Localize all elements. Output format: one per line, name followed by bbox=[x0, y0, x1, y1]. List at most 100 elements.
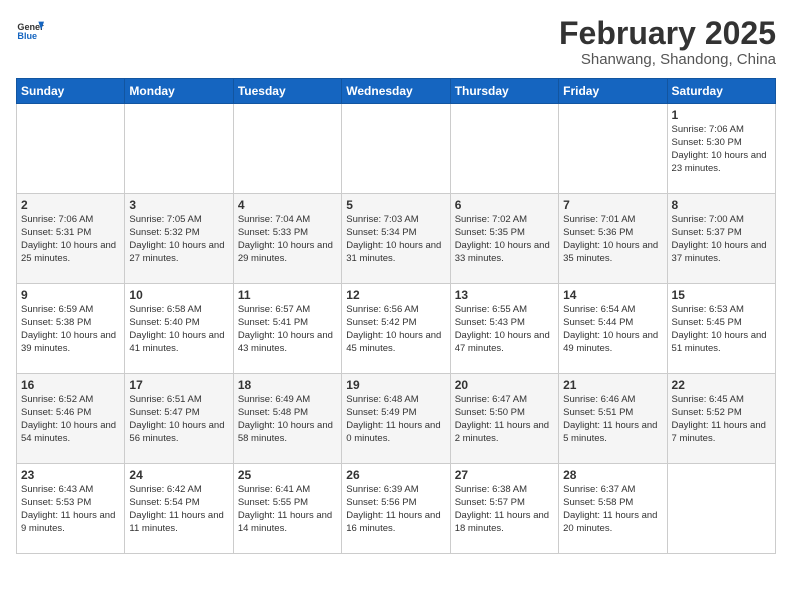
day-info: Sunrise: 6:49 AM Sunset: 5:48 PM Dayligh… bbox=[238, 394, 337, 445]
day-number: 26 bbox=[346, 468, 445, 482]
day-number: 13 bbox=[455, 288, 554, 302]
day-number: 19 bbox=[346, 378, 445, 392]
day-cell: 13Sunrise: 6:55 AM Sunset: 5:43 PM Dayli… bbox=[450, 284, 558, 374]
week-row-1: 1Sunrise: 7:06 AM Sunset: 5:30 PM Daylig… bbox=[17, 104, 776, 194]
day-number: 20 bbox=[455, 378, 554, 392]
day-info: Sunrise: 6:58 AM Sunset: 5:40 PM Dayligh… bbox=[129, 304, 228, 355]
day-info: Sunrise: 6:38 AM Sunset: 5:57 PM Dayligh… bbox=[455, 484, 554, 535]
day-info: Sunrise: 6:43 AM Sunset: 5:53 PM Dayligh… bbox=[21, 484, 120, 535]
day-info: Sunrise: 6:53 AM Sunset: 5:45 PM Dayligh… bbox=[672, 304, 771, 355]
day-info: Sunrise: 6:57 AM Sunset: 5:41 PM Dayligh… bbox=[238, 304, 337, 355]
day-cell bbox=[450, 104, 558, 194]
day-info: Sunrise: 7:05 AM Sunset: 5:32 PM Dayligh… bbox=[129, 214, 228, 265]
day-number: 22 bbox=[672, 378, 771, 392]
day-cell: 15 Sunrise: 6:53 AM Sunset: 5:45 PM Dayli… bbox=[667, 284, 775, 374]
day-number: 16 bbox=[21, 378, 120, 392]
day-info: Sunrise: 6:51 AM Sunset: 5:47 PM Dayligh… bbox=[129, 394, 228, 445]
day-cell: 8Sunrise: 7:00 AM Sunset: 5:37 PM Daylig… bbox=[667, 194, 775, 284]
header-cell-saturday: Saturday bbox=[667, 79, 775, 104]
title-block: February 2025 Shanwang, Shandong, China bbox=[559, 16, 776, 68]
day-info: Sunrise: 6:42 AM Sunset: 5:54 PM Dayligh… bbox=[129, 484, 228, 535]
day-cell: 19 Sunrise: 6:48 AM Sunset: 5:49 PM Dayli… bbox=[342, 374, 450, 464]
day-number: 28 bbox=[563, 468, 662, 482]
day-cell: 28 Sunrise: 6:37 AM Sunset: 5:58 PM Dayli… bbox=[559, 464, 667, 554]
day-cell: 26 Sunrise: 6:39 AM Sunset: 5:56 PM Dayli… bbox=[342, 464, 450, 554]
day-cell: 5Sunrise: 7:03 AM Sunset: 5:34 PM Daylig… bbox=[342, 194, 450, 284]
day-cell bbox=[667, 464, 775, 554]
day-cell: 7 Sunrise: 7:01 AM Sunset: 5:36 PM Daylig… bbox=[559, 194, 667, 284]
day-cell: 9 Sunrise: 6:59 AM Sunset: 5:38 PM Daylig… bbox=[17, 284, 125, 374]
day-cell: 3 Sunrise: 7:05 AM Sunset: 5:32 PM Daylig… bbox=[125, 194, 233, 284]
page-header: General Blue February 2025 Shanwang, Sha… bbox=[16, 16, 776, 68]
day-number: 18 bbox=[238, 378, 337, 392]
day-cell: 6Sunrise: 7:02 AM Sunset: 5:35 PM Daylig… bbox=[450, 194, 558, 284]
day-cell: 2Sunrise: 7:06 AM Sunset: 5:31 PM Daylig… bbox=[17, 194, 125, 284]
day-number: 25 bbox=[238, 468, 337, 482]
day-info: Sunrise: 6:39 AM Sunset: 5:56 PM Dayligh… bbox=[346, 484, 445, 535]
day-number: 11 bbox=[238, 288, 337, 302]
header-cell-monday: Monday bbox=[125, 79, 233, 104]
day-cell: 27 Sunrise: 6:38 AM Sunset: 5:57 PM Dayli… bbox=[450, 464, 558, 554]
day-number: 7 bbox=[563, 198, 662, 212]
week-row-4: 16 Sunrise: 6:52 AM Sunset: 5:46 PM Dayli… bbox=[17, 374, 776, 464]
logo: General Blue bbox=[16, 16, 44, 44]
day-info: Sunrise: 6:48 AM Sunset: 5:49 PM Dayligh… bbox=[346, 394, 445, 445]
day-cell: 24 Sunrise: 6:42 AM Sunset: 5:54 PM Dayli… bbox=[125, 464, 233, 554]
day-cell bbox=[559, 104, 667, 194]
day-cell: 23Sunrise: 6:43 AM Sunset: 5:53 PM Dayli… bbox=[17, 464, 125, 554]
day-cell: 1Sunrise: 7:06 AM Sunset: 5:30 PM Daylig… bbox=[667, 104, 775, 194]
day-number: 2 bbox=[21, 198, 120, 212]
header-cell-sunday: Sunday bbox=[17, 79, 125, 104]
day-cell: 17 Sunrise: 6:51 AM Sunset: 5:47 PM Dayli… bbox=[125, 374, 233, 464]
day-number: 9 bbox=[21, 288, 120, 302]
day-info: Sunrise: 6:59 AM Sunset: 5:38 PM Dayligh… bbox=[21, 304, 120, 355]
day-cell: 21 Sunrise: 6:46 AM Sunset: 5:51 PM Dayli… bbox=[559, 374, 667, 464]
day-cell bbox=[342, 104, 450, 194]
day-cell: 12 Sunrise: 6:56 AM Sunset: 5:42 PM Dayli… bbox=[342, 284, 450, 374]
day-cell: 14 Sunrise: 6:54 AM Sunset: 5:44 PM Dayli… bbox=[559, 284, 667, 374]
day-info: Sunrise: 6:54 AM Sunset: 5:44 PM Dayligh… bbox=[563, 304, 662, 355]
day-cell: 4 Sunrise: 7:04 AM Sunset: 5:33 PM Daylig… bbox=[233, 194, 341, 284]
day-info: Sunrise: 6:46 AM Sunset: 5:51 PM Dayligh… bbox=[563, 394, 662, 445]
day-info: Sunrise: 6:41 AM Sunset: 5:55 PM Dayligh… bbox=[238, 484, 337, 535]
header-cell-thursday: Thursday bbox=[450, 79, 558, 104]
day-cell: 25 Sunrise: 6:41 AM Sunset: 5:55 PM Dayli… bbox=[233, 464, 341, 554]
week-row-2: 2Sunrise: 7:06 AM Sunset: 5:31 PM Daylig… bbox=[17, 194, 776, 284]
day-info: Sunrise: 6:37 AM Sunset: 5:58 PM Dayligh… bbox=[563, 484, 662, 535]
week-row-5: 23Sunrise: 6:43 AM Sunset: 5:53 PM Dayli… bbox=[17, 464, 776, 554]
day-cell: 20 Sunrise: 6:47 AM Sunset: 5:50 PM Dayli… bbox=[450, 374, 558, 464]
calendar-table: SundayMondayTuesdayWednesdayThursdayFrid… bbox=[16, 78, 776, 554]
day-cell: 11 Sunrise: 6:57 AM Sunset: 5:41 PM Dayli… bbox=[233, 284, 341, 374]
day-number: 14 bbox=[563, 288, 662, 302]
day-info: Sunrise: 6:45 AM Sunset: 5:52 PM Dayligh… bbox=[672, 394, 771, 445]
day-number: 1 bbox=[672, 108, 771, 122]
day-info: Sunrise: 6:47 AM Sunset: 5:50 PM Dayligh… bbox=[455, 394, 554, 445]
location-subtitle: Shanwang, Shandong, China bbox=[559, 51, 776, 68]
day-cell: 16 Sunrise: 6:52 AM Sunset: 5:46 PM Dayli… bbox=[17, 374, 125, 464]
day-number: 15 bbox=[672, 288, 771, 302]
day-number: 27 bbox=[455, 468, 554, 482]
day-info: Sunrise: 6:52 AM Sunset: 5:46 PM Dayligh… bbox=[21, 394, 120, 445]
day-info: Sunrise: 6:56 AM Sunset: 5:42 PM Dayligh… bbox=[346, 304, 445, 355]
header-row: SundayMondayTuesdayWednesdayThursdayFrid… bbox=[17, 79, 776, 104]
day-number: 21 bbox=[563, 378, 662, 392]
calendar-header: SundayMondayTuesdayWednesdayThursdayFrid… bbox=[17, 79, 776, 104]
day-number: 12 bbox=[346, 288, 445, 302]
day-number: 24 bbox=[129, 468, 228, 482]
day-number: 6 bbox=[455, 198, 554, 212]
day-info: Sunrise: 7:04 AM Sunset: 5:33 PM Dayligh… bbox=[238, 214, 337, 265]
day-number: 3 bbox=[129, 198, 228, 212]
day-info: Sunrise: 7:01 AM Sunset: 5:36 PM Dayligh… bbox=[563, 214, 662, 265]
day-number: 8 bbox=[672, 198, 771, 212]
calendar-body: 1Sunrise: 7:06 AM Sunset: 5:30 PM Daylig… bbox=[17, 104, 776, 554]
month-title: February 2025 bbox=[559, 16, 776, 51]
day-info: Sunrise: 7:03 AM Sunset: 5:34 PM Dayligh… bbox=[346, 214, 445, 265]
day-number: 4 bbox=[238, 198, 337, 212]
day-cell: 22 Sunrise: 6:45 AM Sunset: 5:52 PM Dayli… bbox=[667, 374, 775, 464]
header-cell-wednesday: Wednesday bbox=[342, 79, 450, 104]
day-cell: 18 Sunrise: 6:49 AM Sunset: 5:48 PM Dayli… bbox=[233, 374, 341, 464]
day-number: 10 bbox=[129, 288, 228, 302]
svg-text:Blue: Blue bbox=[17, 31, 37, 41]
day-number: 17 bbox=[129, 378, 228, 392]
day-cell: 10 Sunrise: 6:58 AM Sunset: 5:40 PM Dayli… bbox=[125, 284, 233, 374]
